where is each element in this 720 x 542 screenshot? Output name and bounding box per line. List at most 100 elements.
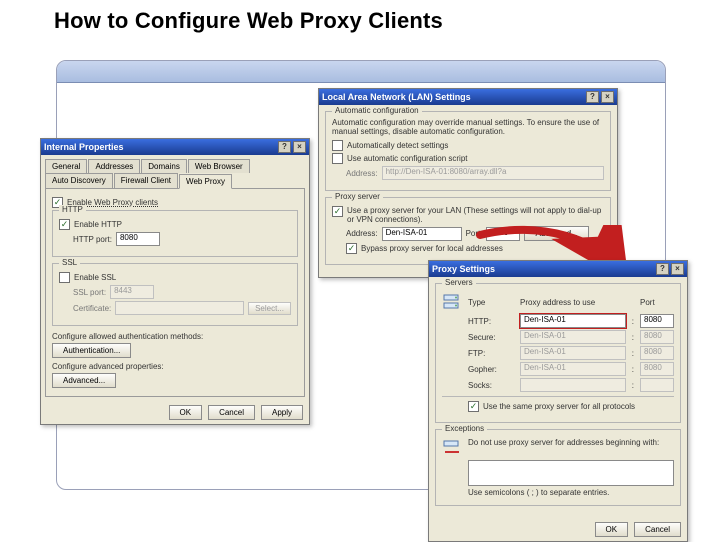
chk-auto-detect[interactable] — [332, 140, 343, 151]
server-addr-input: Den-ISA-01 — [520, 330, 626, 344]
btn-advanced-internal[interactable]: Advanced... — [52, 373, 116, 388]
server-type-label: Socks: — [468, 381, 514, 390]
lbl-enable-ssl: Enable SSL — [74, 273, 116, 282]
lbl-bypass-local: Bypass proxy server for local addresses — [361, 244, 503, 253]
tab-general[interactable]: General — [45, 159, 87, 173]
lbl-ssl-port: SSL port: — [73, 288, 106, 297]
btn-advanced-lan[interactable]: Advanced... — [524, 226, 588, 241]
input-exceptions[interactable] — [468, 460, 674, 486]
group-auto-config: Automatic configuration Automatic config… — [325, 111, 611, 191]
input-ssl-cert — [115, 301, 244, 315]
tabs-row1: General Addresses Domains Web Browser — [45, 159, 305, 173]
hdr-port: Port — [640, 298, 674, 307]
group-ssl: SSL Enable SSL SSL port: 8443 Certificat… — [52, 263, 298, 326]
legend-servers: Servers — [442, 278, 476, 287]
lbl-http-port: HTTP port: — [73, 235, 112, 244]
hdr-addr: Proxy address to use — [520, 298, 634, 307]
colon: : — [632, 333, 634, 342]
tabs-row2: Auto Discovery Firewall Client Web Proxy — [45, 173, 305, 188]
btn-ok-internal[interactable]: OK — [169, 405, 203, 420]
server-row: FTP: Den-ISA-01:8080 — [468, 346, 674, 360]
legend-proxy-server: Proxy server — [332, 192, 383, 201]
tab-firewall-client[interactable]: Firewall Client — [114, 173, 178, 188]
server-type-label: FTP: — [468, 349, 514, 358]
server-port-input: 8080 — [640, 346, 674, 360]
lbl-auth-text: Configure allowed authentication methods… — [52, 332, 298, 341]
btn-cancel-proxy[interactable]: Cancel — [634, 522, 681, 537]
server-port-input: 8080 — [640, 362, 674, 376]
btn-select-cert: Select... — [248, 302, 291, 315]
titlebar-proxy-title: Proxy Settings — [432, 264, 656, 274]
help-icon[interactable]: ? — [656, 263, 669, 275]
server-type-label: HTTP: — [468, 317, 514, 326]
lbl-exceptions-note: Do not use proxy server for addresses be… — [468, 438, 674, 447]
colon: : — [632, 381, 634, 390]
titlebar-lan[interactable]: Local Area Network (LAN) Settings ? × — [319, 89, 617, 105]
server-type-label: Gopher: — [468, 365, 514, 374]
server-row: Secure:Den-ISA-01:8080 — [468, 330, 674, 344]
lbl-adv-text: Configure advanced properties: — [52, 362, 298, 371]
group-exceptions: Exceptions Do not use proxy server for a… — [435, 429, 681, 506]
chk-enable-http[interactable] — [59, 219, 70, 230]
titlebar-title: Internal Properties — [44, 142, 278, 152]
tab-web-proxy[interactable]: Web Proxy — [179, 174, 232, 189]
titlebar-proxy[interactable]: Proxy Settings ? × — [429, 261, 687, 277]
server-row: Socks:: — [468, 378, 674, 392]
legend-ssl: SSL — [59, 258, 80, 267]
server-addr-input: Den-ISA-01 — [520, 362, 626, 376]
input-proxy-port[interactable]: 8080 — [486, 227, 520, 241]
legend-exceptions: Exceptions — [442, 424, 487, 433]
group-proxy-server: Proxy server Use a proxy server for your… — [325, 197, 611, 265]
close-icon[interactable]: × — [601, 91, 614, 103]
window-lan-settings: Local Area Network (LAN) Settings ? × Au… — [318, 88, 618, 278]
titlebar-lan-title: Local Area Network (LAN) Settings — [322, 92, 586, 102]
input-http-port[interactable]: 8080 — [116, 232, 160, 246]
page-title: How to Configure Web Proxy Clients — [54, 8, 443, 34]
colon: : — [632, 349, 634, 358]
legend-http: HTTP — [59, 205, 86, 214]
server-row: Gopher:Den-ISA-01:8080 — [468, 362, 674, 376]
server-row: HTTP: Den-ISA-01:8080 — [468, 314, 674, 328]
note-auto-config: Automatic configuration may override man… — [332, 118, 604, 136]
close-icon[interactable]: × — [671, 263, 684, 275]
close-icon[interactable]: × — [293, 141, 306, 153]
tabpane-web-proxy: Enable Web Proxy clients HTTP Enable HTT… — [45, 188, 305, 397]
input-proxy-addr[interactable]: Den-ISA-01 — [382, 227, 462, 241]
server-port-input — [640, 378, 674, 392]
chk-same-proxy[interactable] — [468, 401, 479, 412]
lbl-use-script: Use automatic configuration script — [347, 154, 468, 163]
lbl-exceptions-hint: Use semicolons ( ; ) to separate entries… — [468, 488, 674, 497]
input-script-addr: http://Den-ISA-01:8080/array.dll?a — [382, 166, 604, 180]
btn-ok-proxy[interactable]: OK — [595, 522, 629, 537]
lbl-ssl-cert: Certificate: — [73, 304, 111, 313]
tab-web-browser[interactable]: Web Browser — [188, 159, 250, 173]
tab-auto-discovery[interactable]: Auto Discovery — [45, 173, 113, 188]
exceptions-icon — [442, 438, 462, 458]
lbl-script-addr: Address: — [346, 169, 378, 178]
window-proxy-settings: Proxy Settings ? × Servers Type Proxy ad… — [428, 260, 688, 542]
help-icon[interactable]: ? — [586, 91, 599, 103]
tab-domains[interactable]: Domains — [141, 159, 187, 173]
servers-icon — [442, 292, 462, 312]
lbl-auto-detect: Automatically detect settings — [347, 141, 448, 150]
btn-apply-internal[interactable]: Apply — [261, 405, 303, 420]
browser-chrome — [57, 61, 665, 83]
tab-addresses[interactable]: Addresses — [88, 159, 140, 173]
chk-enable-ssl[interactable] — [59, 272, 70, 283]
btn-cancel-internal[interactable]: Cancel — [208, 405, 255, 420]
server-port-input[interactable]: 8080 — [640, 314, 674, 328]
btn-authentication[interactable]: Authentication... — [52, 343, 131, 358]
server-addr-input: Den-ISA-01 — [520, 346, 626, 360]
help-icon[interactable]: ? — [278, 141, 291, 153]
chk-use-script[interactable] — [332, 153, 343, 164]
titlebar-internal[interactable]: Internal Properties ? × — [41, 139, 309, 155]
group-servers: Servers Type Proxy address to use Port H… — [435, 283, 681, 423]
chk-use-proxy[interactable] — [332, 206, 343, 217]
group-http: HTTP Enable HTTP HTTP port: 8080 — [52, 210, 298, 257]
lbl-proxy-addr: Address: — [346, 229, 378, 238]
server-addr-input[interactable]: Den-ISA-01 — [520, 314, 626, 328]
buttons-internal: OK Cancel Apply — [41, 401, 309, 424]
server-addr-input — [520, 378, 626, 392]
colon: : — [632, 317, 634, 326]
chk-bypass-local[interactable] — [346, 243, 357, 254]
